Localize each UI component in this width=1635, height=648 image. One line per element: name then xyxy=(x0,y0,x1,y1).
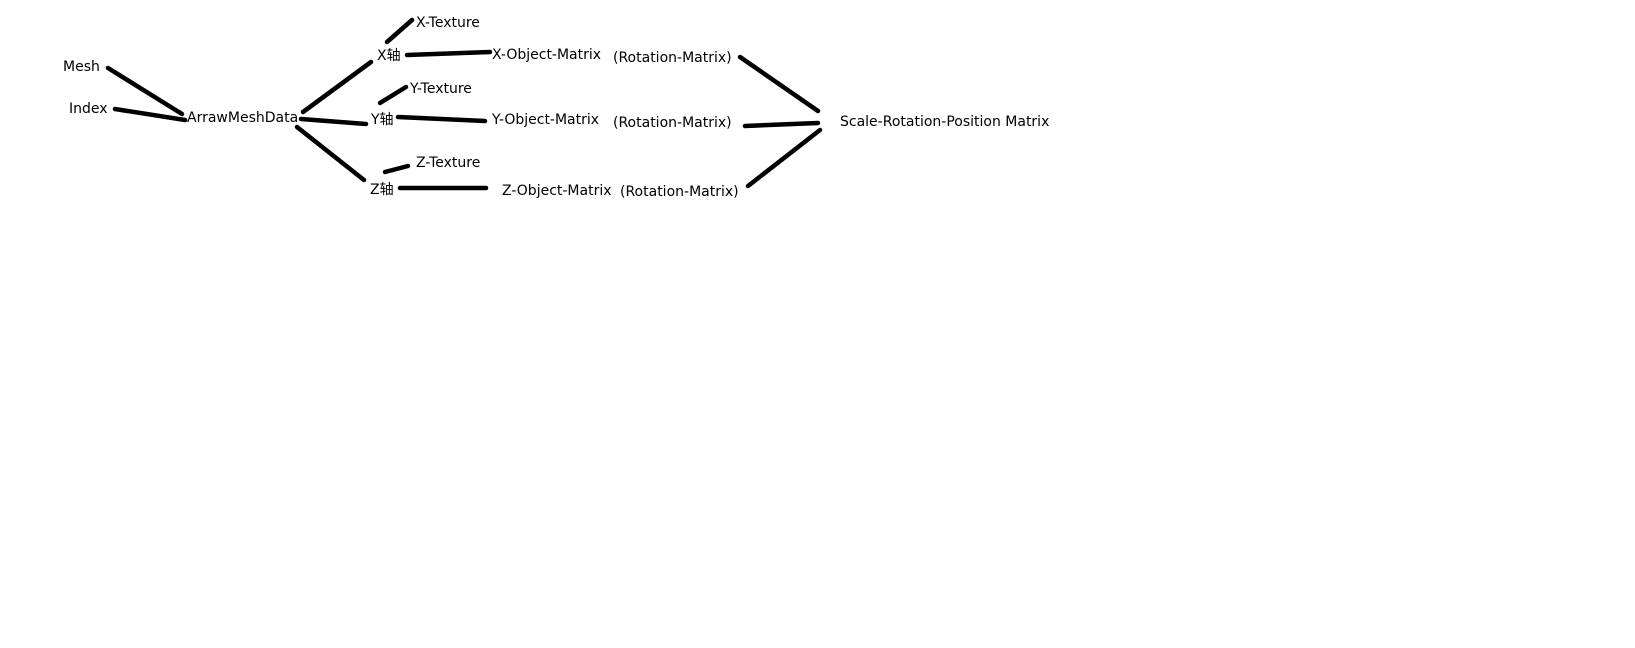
node-x-axis: X轴 xyxy=(377,48,401,64)
node-scale-rotation-position-matrix: Scale-Rotation-Position Matrix xyxy=(840,114,1050,130)
node-z-axis: Z轴 xyxy=(370,182,394,198)
node-y-texture: Y-Texture xyxy=(410,81,472,97)
edge-xaxis-xobj xyxy=(404,49,493,58)
edge-yaxis-ytex xyxy=(377,84,409,106)
node-x-rotation-matrix: (Rotation-Matrix) xyxy=(613,50,732,66)
node-y-object-matrix: Y-Object-Matrix xyxy=(492,112,600,128)
edge-arraw-yaxis xyxy=(298,116,369,127)
edge-zrot-srp xyxy=(745,127,823,189)
edge-xaxis-xtex xyxy=(384,17,415,45)
node-index: Index xyxy=(69,101,108,117)
node-arraw-mesh-data: ArrawMeshData xyxy=(187,110,299,126)
node-y-axis: Y轴 xyxy=(371,112,394,128)
edge-yrot-srp xyxy=(742,120,821,129)
edge-zaxis-ztex xyxy=(382,163,411,175)
node-y-rotation-matrix: (Rotation-Matrix) xyxy=(613,115,732,131)
node-z-texture: Z-Texture xyxy=(416,155,481,171)
edge-arraw-zaxis xyxy=(294,124,367,183)
node-x-texture: X-Texture xyxy=(416,15,480,31)
node-z-rotation-matrix: (Rotation-Matrix) xyxy=(620,184,739,200)
node-mesh: Mesh xyxy=(63,59,100,75)
edge-xrot-srp xyxy=(737,54,821,114)
edge-arraw-xaxis xyxy=(300,59,374,115)
node-z-object-matrix: Z-Object-Matrix xyxy=(502,183,612,199)
node-x-object-matrix: X-Object-Matrix xyxy=(492,47,602,63)
edge-mesh-arraw xyxy=(105,65,185,117)
diagram-edges xyxy=(105,17,823,191)
edge-yaxis-yobj xyxy=(395,114,488,124)
